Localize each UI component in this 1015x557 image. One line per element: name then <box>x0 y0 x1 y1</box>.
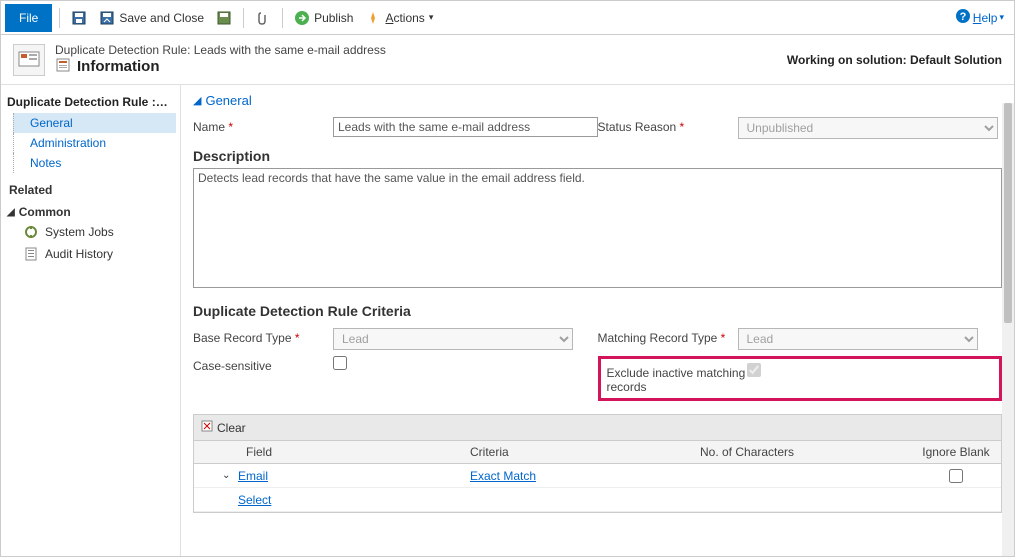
related-common-group[interactable]: ◢ Common <box>5 201 176 221</box>
description-label: Description <box>193 142 1002 168</box>
nav-sidebar: Duplicate Detection Rule :… General Admi… <box>1 85 181 556</box>
ignore-blank-checkbox[interactable] <box>949 469 963 483</box>
chevron-down-icon: ▾ <box>429 12 434 23</box>
grid-header: Field Criteria No. of Characters Ignore … <box>194 440 1001 464</box>
save-as-button[interactable] <box>212 6 236 30</box>
case-sensitive-checkbox[interactable] <box>333 356 347 370</box>
audit-history-icon <box>23 246 39 262</box>
grid-toolbar: Clear <box>194 415 1001 440</box>
status-reason-select[interactable]: Unpublished <box>738 117 998 139</box>
separator <box>243 8 244 28</box>
save-button[interactable] <box>67 6 91 30</box>
save-icon <box>71 10 87 26</box>
actions-label: AActionsctions <box>385 11 424 25</box>
exclude-inactive-label: Exclude inactive matching records <box>607 363 747 394</box>
nav-item-general[interactable]: General <box>13 113 176 133</box>
section-general-label: General <box>205 93 251 108</box>
toolbar: File Save and Close Publish AActionsctio… <box>1 1 1014 35</box>
help-label: Help <box>973 11 998 25</box>
save-close-label: Save and Close <box>119 11 204 25</box>
nav-item-administration[interactable]: Administration <box>13 133 176 153</box>
nav-item-notes[interactable]: Notes <box>13 153 176 173</box>
paperclip-icon <box>255 10 271 26</box>
col-ignore: Ignore Blank <box>911 441 1001 463</box>
save-and-close-button[interactable]: Save and Close <box>95 6 208 30</box>
solution-context: Working on solution: Default Solution <box>787 53 1002 67</box>
nav-related-system-jobs[interactable]: System Jobs <box>5 221 176 243</box>
collapse-icon: ◢ <box>7 207 15 218</box>
attach-button[interactable] <box>251 6 275 30</box>
separator <box>282 8 283 28</box>
file-button[interactable]: File <box>5 4 52 32</box>
col-field: Field <box>194 441 464 463</box>
record-header: Duplicate Detection Rule: Leads with the… <box>1 35 1014 85</box>
grid-row[interactable]: ⌄ Email Exact Match <box>194 464 1001 488</box>
actions-icon <box>365 10 381 26</box>
status-reason-label: Status Reason <box>598 117 738 134</box>
chevron-down-icon: ▾ <box>999 12 1004 23</box>
criteria-grid: Clear Field Criteria No. of Characters I… <box>193 414 1002 513</box>
system-jobs-label: System Jobs <box>45 225 114 239</box>
criteria-link[interactable]: Exact Match <box>470 469 536 483</box>
audit-history-label: Audit History <box>45 247 113 261</box>
clear-icon <box>200 419 214 436</box>
publish-label: Publish <box>314 11 353 25</box>
scrollbar[interactable] <box>1002 103 1014 556</box>
base-record-type-select[interactable]: Lead <box>333 328 573 350</box>
form-title: Information <box>77 58 160 75</box>
related-header: Related <box>5 173 176 201</box>
matching-record-type-select[interactable]: Lead <box>738 328 978 350</box>
clear-label: Clear <box>217 421 246 435</box>
case-sensitive-label: Case-sensitive <box>193 356 333 373</box>
matching-record-type-label: Matching Record Type <box>598 328 738 345</box>
entity-icon <box>13 44 45 76</box>
record-path: Duplicate Detection Rule: Leads with the… <box>55 43 777 57</box>
svg-text:?: ? <box>959 11 966 23</box>
name-label: Name <box>193 117 333 134</box>
scrollbar-thumb[interactable] <box>1004 103 1012 323</box>
help-menu[interactable]: ? Help ▾ <box>949 6 1010 29</box>
form-icon <box>55 57 71 76</box>
clear-button[interactable]: Clear <box>200 419 246 436</box>
entity-crumb: Duplicate Detection Rule :… <box>5 91 176 113</box>
save-close-icon <box>99 10 115 26</box>
field-link[interactable]: Email <box>238 469 268 483</box>
name-input[interactable] <box>333 117 598 137</box>
exclude-inactive-checkbox[interactable] <box>747 363 761 377</box>
base-record-type-label: Base Record Type <box>193 328 333 345</box>
collapse-icon: ◢ <box>193 94 201 107</box>
col-chars: No. of Characters <box>694 441 911 463</box>
expand-icon[interactable]: ⌄ <box>222 470 232 481</box>
publish-icon <box>294 10 310 26</box>
publish-button[interactable]: Publish <box>290 6 357 30</box>
col-criteria: Criteria <box>464 441 694 463</box>
separator <box>59 8 60 28</box>
common-label: Common <box>19 205 71 219</box>
form-main: ◢ General Name Status Reason Unpublished… <box>181 85 1014 556</box>
grid-row-new[interactable]: Select <box>194 488 1001 512</box>
nav-related-audit-history[interactable]: Audit History <box>5 243 176 265</box>
save-as-icon <box>216 10 232 26</box>
select-link[interactable]: Select <box>238 493 271 507</box>
description-textarea[interactable] <box>193 168 1002 288</box>
help-icon: ? <box>955 8 971 27</box>
actions-menu[interactable]: AActionsctions ▾ <box>361 6 437 30</box>
criteria-header: Duplicate Detection Rule Criteria <box>193 291 1002 325</box>
section-general[interactable]: ◢ General <box>193 85 1002 114</box>
system-jobs-icon <box>23 224 39 240</box>
